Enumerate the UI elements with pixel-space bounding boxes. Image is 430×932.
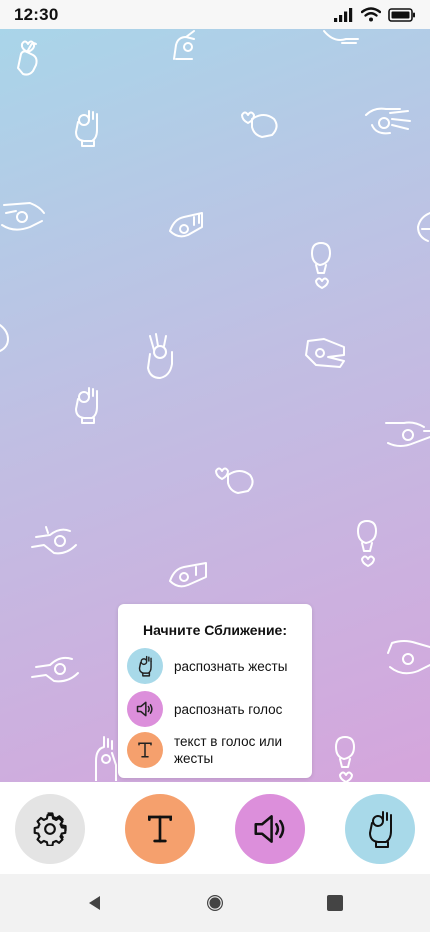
wifi-icon — [361, 7, 381, 22]
option-icon-circle — [127, 732, 163, 768]
option-text-to-voice[interactable]: текст в голос или жесты — [127, 732, 307, 768]
text-t-icon — [148, 815, 172, 843]
recents-button[interactable] — [324, 892, 346, 914]
status-icons — [334, 7, 416, 22]
heart-hand-icon — [241, 111, 278, 138]
speaker-icon — [136, 701, 153, 717]
text-t-icon — [138, 742, 152, 758]
hand-gesture-icon — [169, 562, 207, 588]
option-icon-circle — [127, 648, 163, 684]
gesture-pattern-background: Начните Сближение: распознать жесты расп… — [0, 29, 430, 782]
gestures-button[interactable] — [345, 794, 415, 864]
heart-hand-icon — [17, 40, 38, 76]
ok-hand-icon — [385, 421, 430, 447]
app-screen: 12:30 Начните Сближение: распознать жест… — [0, 0, 430, 932]
system-nav-bar — [0, 874, 430, 932]
ok-hand-icon — [31, 526, 77, 555]
option-recognize-gestures[interactable]: распознать жесты — [127, 648, 307, 684]
signal-icon — [334, 7, 353, 22]
ok-hand-icon — [369, 811, 392, 848]
back-icon — [89, 896, 100, 910]
heart-hand-icon — [215, 467, 254, 494]
bottom-action-bar — [0, 782, 430, 874]
ok-hand-icon — [31, 656, 79, 683]
heart-hand-icon — [335, 736, 355, 782]
ok-hand-icon — [75, 110, 98, 147]
status-bar: 12:30 — [0, 0, 430, 29]
option-label: распознать жесты — [174, 658, 288, 674]
option-recognize-voice[interactable]: распознать голос — [127, 691, 307, 727]
hand-gesture-icon — [323, 30, 359, 44]
voice-button[interactable] — [235, 794, 305, 864]
option-label: распознать голос — [174, 701, 283, 717]
ok-hand-icon — [147, 333, 173, 379]
ok-hand-icon — [1, 202, 45, 231]
hand-gesture-icon — [305, 338, 345, 368]
speaker-icon — [254, 815, 285, 843]
ok-hand-icon — [75, 387, 98, 424]
heart-hand-icon — [357, 520, 377, 567]
recents-icon — [327, 895, 343, 911]
home-icon — [207, 895, 223, 911]
settings-button[interactable] — [15, 794, 85, 864]
status-time: 12:30 — [14, 4, 59, 24]
back-button[interactable] — [84, 892, 106, 914]
gear-icon — [33, 812, 67, 846]
home-button[interactable] — [204, 892, 226, 914]
hand-gesture-icon — [169, 212, 203, 238]
card-title: Начните Сближение: — [142, 622, 288, 638]
option-label: текст в голос или жесты — [174, 734, 283, 766]
text-input-button[interactable] — [125, 794, 195, 864]
hand-gesture-icon — [0, 324, 10, 352]
hand-gesture-icon — [173, 30, 195, 60]
option-icon-circle — [127, 691, 163, 727]
battery-icon — [388, 7, 415, 22]
ok-hand-icon — [138, 655, 152, 677]
ok-hand-icon — [416, 212, 430, 242]
ok-hand-icon — [95, 736, 117, 781]
ok-hand-icon — [387, 640, 430, 675]
start-card: Начните Сближение: распознать жесты расп… — [118, 604, 312, 778]
ok-hand-icon — [365, 107, 411, 135]
heart-hand-icon — [311, 242, 331, 289]
